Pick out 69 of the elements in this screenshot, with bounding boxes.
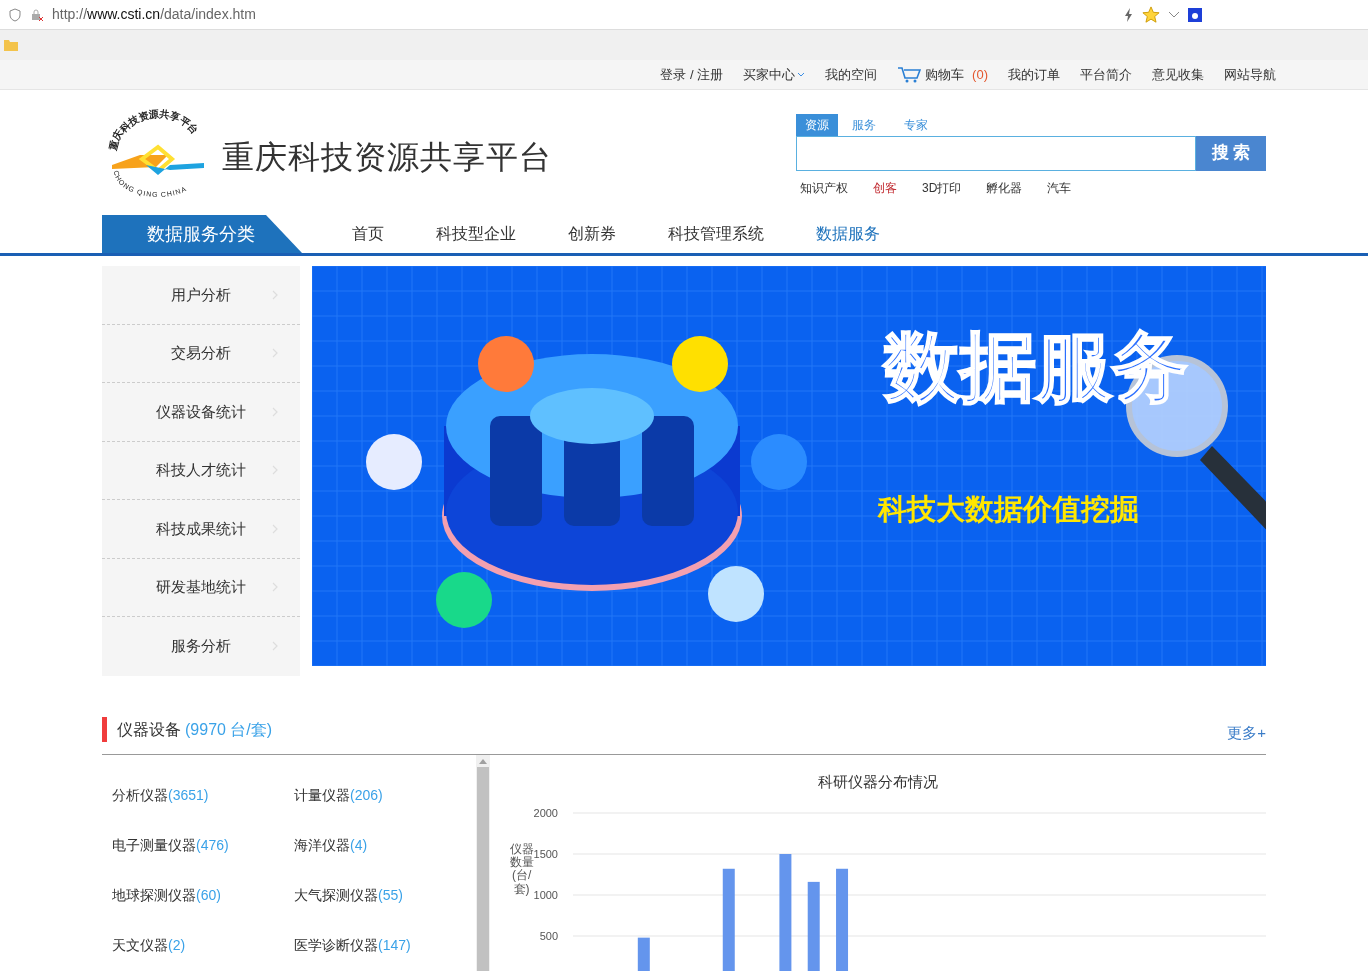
star-icon[interactable] <box>1142 5 1160 24</box>
chart-title: 科研仪器分布情况 <box>817 772 938 792</box>
top-link[interactable]: 购物车 <box>925 64 965 85</box>
more-link[interactable]: 更多+ <box>1227 721 1266 744</box>
banner-tagline: 科技大数据价值挖掘 <box>878 492 1139 527</box>
nav-item[interactable]: 数据服务 <box>816 222 880 246</box>
site-title: 重庆科技资源共享平台 <box>222 137 552 177</box>
category-link[interactable]: 医学诊断仪器(147) <box>294 935 476 955</box>
hot-keyword-link[interactable]: 3D打印 <box>922 178 962 197</box>
axis-label: 仪器数量(台/套) <box>509 843 534 896</box>
tick-label: 500 <box>539 930 558 942</box>
chevron-right-icon <box>272 582 278 593</box>
category-link[interactable]: 电子测量仪器(476) <box>112 835 294 855</box>
bar <box>637 937 650 971</box>
lock-icon <box>30 7 44 22</box>
hot-keyword-link[interactable]: 知识产权 <box>800 178 848 197</box>
accent-bar <box>102 717 107 743</box>
sidebar-item[interactable]: 仪器设备统计 <box>102 383 300 442</box>
chevron-right-icon <box>272 289 278 300</box>
category-tab[interactable]: 数据服务分类 <box>102 215 302 253</box>
tick-label: 1500 <box>533 848 558 860</box>
top-link[interactable]: 登录 / 注册 <box>660 64 724 85</box>
category-link[interactable]: 计量仪器(206) <box>294 785 476 805</box>
chevron-right-icon <box>272 406 278 417</box>
address-field[interactable]: http://www.csti.cn/data/index.htm <box>52 4 1116 25</box>
chevron-right-icon <box>272 523 278 534</box>
nav-item[interactable]: 首页 <box>352 222 384 246</box>
category-link[interactable]: 海洋仪器(4) <box>294 835 476 855</box>
section-title: 仪器设备 <box>117 719 181 740</box>
shield-icon <box>8 7 22 22</box>
caret-icon[interactable] <box>797 71 806 78</box>
section-total: (9970 台/套) <box>185 719 273 740</box>
category-link[interactable]: 地球探测仪器(60) <box>112 885 294 905</box>
top-link[interactable]: 意见收集 <box>1152 64 1204 85</box>
hot-keyword-link[interactable]: 孵化器 <box>986 178 1023 197</box>
top-link[interactable]: 平台简介 <box>1080 64 1132 85</box>
sidebar-item[interactable]: 科技人才统计 <box>102 441 300 500</box>
scroll-up-icon[interactable] <box>478 759 487 764</box>
chevron-right-icon <box>272 641 278 652</box>
top-link[interactable]: 我的订单 <box>1008 64 1060 85</box>
nav-item[interactable]: 创新券 <box>568 222 616 246</box>
chevron-down-icon[interactable] <box>1168 10 1180 19</box>
chevron-right-icon <box>272 465 278 476</box>
nav-item[interactable]: 科技型企业 <box>436 222 516 246</box>
category-link[interactable]: 分析仪器(3651) <box>112 785 294 805</box>
sidebar-item[interactable]: 研发基地统计 <box>102 558 300 617</box>
search-field[interactable] <box>796 135 1196 171</box>
sidebar-item[interactable]: 交易分析 <box>102 324 300 383</box>
scrollbar[interactable] <box>475 755 490 971</box>
chevron-right-icon <box>272 348 278 359</box>
sidebar-item[interactable]: 服务分析 <box>102 617 300 676</box>
category-link[interactable]: 大气探测仪器(55) <box>294 885 476 905</box>
top-link[interactable]: 买家中心 <box>743 64 796 85</box>
search-tab[interactable]: 专家 <box>890 113 942 136</box>
hot-keyword-link[interactable]: 创客 <box>873 178 897 197</box>
top-link[interactable]: 我的空间 <box>825 64 878 85</box>
cart-count: (0) <box>972 65 988 84</box>
sidebar-item[interactable]: 用户分析 <box>102 266 300 325</box>
nav-item[interactable]: 科技管理系统 <box>668 222 764 246</box>
lightning-icon[interactable] <box>1124 7 1134 22</box>
category-link[interactable]: 天文仪器(2) <box>112 935 294 955</box>
cart-icon[interactable] <box>897 65 922 84</box>
tick-label: 1000 <box>533 889 558 901</box>
top-link[interactable]: 网站导航 <box>1224 64 1276 85</box>
search-button[interactable]: 搜 索 <box>1196 135 1266 171</box>
search-tab[interactable]: 服务 <box>838 113 890 136</box>
tick-label: 2000 <box>533 807 558 819</box>
hot-keyword-link[interactable]: 汽车 <box>1047 178 1072 197</box>
sidebar-item[interactable]: 科技成果统计 <box>102 500 300 559</box>
